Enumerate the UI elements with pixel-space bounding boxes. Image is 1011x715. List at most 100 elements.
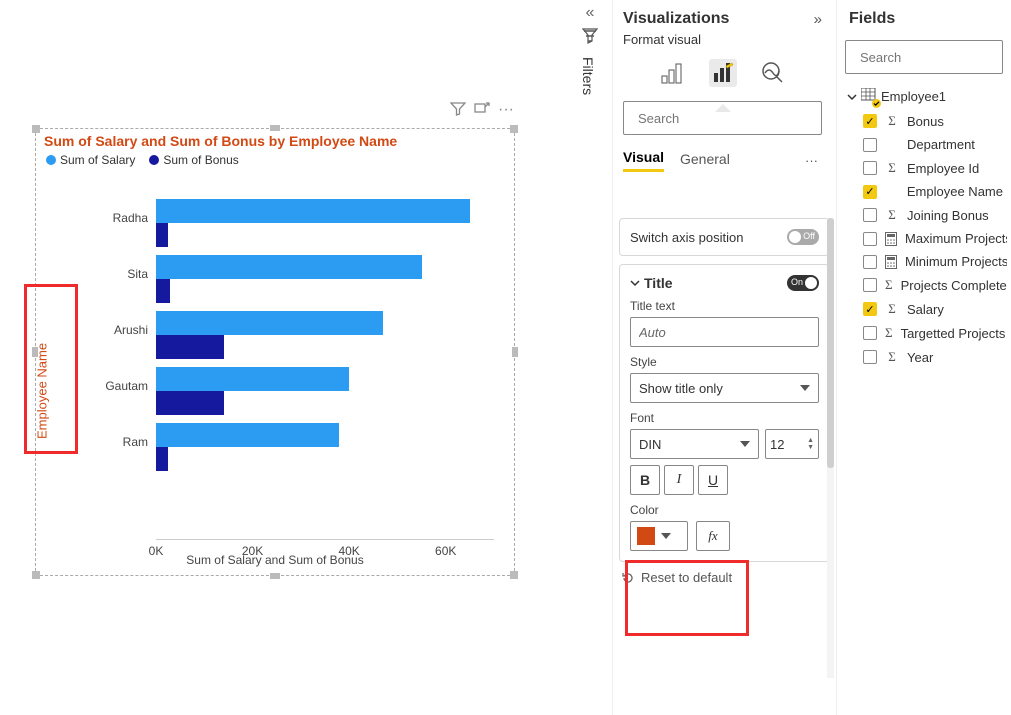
bar-bonus[interactable] [156,279,170,303]
title-section-label: Title [644,275,673,291]
bar-salary[interactable] [156,423,339,447]
field-item[interactable]: Minimum Projects [841,250,1007,273]
table-icon [861,88,877,105]
resize-handle[interactable] [510,571,518,579]
x-axis-title: Sum of Salary and Sum of Bonus [36,553,514,567]
fields-pane: Fields Employee1 ✓ΣBonusDepartmentΣEmplo… [836,0,1011,715]
sigma-icon: Σ [885,207,899,223]
field-item[interactable]: ✓ΣBonus [841,109,1007,133]
category-label: Arushi [114,323,148,337]
style-label: Style [630,355,819,369]
field-item[interactable]: ΣTargetted Projects [841,321,1007,345]
bar-salary[interactable] [156,199,470,223]
tab-general[interactable]: General [680,151,730,171]
format-visual-icon[interactable] [709,59,737,87]
field-label: Employee Name [907,184,1003,199]
format-search-input[interactable] [638,111,814,126]
font-family-select[interactable]: DIN [630,429,759,459]
filters-pane-collapsed[interactable]: « Filters [575,4,605,164]
more-options-icon[interactable]: ··· [498,101,514,122]
field-checkbox[interactable] [863,161,877,175]
field-item[interactable]: Σ Year [841,345,1007,369]
bar-bonus[interactable] [156,223,168,247]
expand-title-icon[interactable] [630,275,640,291]
collapse-pane-icon[interactable]: » [814,11,822,28]
field-checkbox[interactable]: ✓ [863,114,877,128]
fields-search[interactable] [845,40,1003,74]
field-item[interactable]: ΣProjects Completed [841,273,1007,297]
tab-more-icon[interactable]: ··· [805,153,818,168]
title-text-input[interactable] [630,317,819,347]
color-picker[interactable] [630,521,688,551]
format-scrollbar[interactable] [827,218,834,678]
bar-salary[interactable] [156,311,383,335]
sigma-icon: Σ [885,277,893,293]
font-name: DIN [639,437,661,452]
field-item[interactable]: ✓ Employee Name [841,180,1007,203]
field-label: Year [907,350,933,365]
field-item[interactable]: Department [841,133,1007,156]
bar-group: Gautam [156,367,494,423]
tab-visual[interactable]: Visual [623,149,664,172]
report-canvas[interactable]: ··· Sum of Salary and Sum of Bonus by Em… [0,0,560,715]
table-name: Employee1 [881,89,946,104]
resize-handle[interactable] [32,571,40,579]
field-checkbox[interactable] [863,278,877,292]
chart-title: Sum of Salary and Sum of Bonus by Employ… [36,129,514,151]
expand-filters-icon[interactable]: « [575,4,605,22]
analytics-icon[interactable] [759,59,787,87]
fields-search-input[interactable] [860,50,1011,65]
chart-visual[interactable]: ··· Sum of Salary and Sum of Bonus by Em… [35,128,515,576]
chart-legend: Sum of Salary Sum of Bonus [36,151,514,173]
underline-button[interactable]: U [698,465,728,495]
spinner-down-icon[interactable]: ▼ [807,444,814,451]
switch-axis-card: Switch axis position Off [619,218,830,256]
bar-bonus[interactable] [156,447,168,471]
field-label: Maximum Projects [905,231,1007,246]
bar-bonus[interactable] [156,335,224,359]
filters-label: Filters [580,57,596,95]
title-toggle[interactable]: On [787,275,819,291]
color-swatch [637,527,655,545]
field-checkbox[interactable] [863,138,877,152]
chevron-down-icon [847,92,857,102]
font-size-spinner[interactable]: 12 ▲▼ [765,429,819,459]
title-text-label: Title text [630,299,819,313]
focus-mode-icon[interactable] [474,101,490,122]
resize-handle[interactable] [512,347,518,357]
color-label: Color [630,503,819,517]
spinner-up-icon[interactable]: ▲ [807,437,814,444]
field-checkbox[interactable]: ✓ [863,302,877,316]
sigma-icon: Σ [885,349,899,365]
bar-salary[interactable] [156,367,349,391]
field-label: Bonus [907,114,944,129]
chevron-down-icon [800,385,810,391]
field-item[interactable]: ✓ΣSalary [841,297,1007,321]
bar-salary[interactable] [156,255,422,279]
resize-handle[interactable] [32,125,40,133]
bar-bonus[interactable] [156,391,224,415]
resize-handle[interactable] [510,125,518,133]
table-node[interactable]: Employee1 [841,84,1007,109]
field-item[interactable]: ΣJoining Bonus [841,203,1007,227]
field-checkbox[interactable] [863,326,877,340]
resize-handle[interactable] [270,573,280,579]
field-item[interactable]: ΣEmployee Id [841,156,1007,180]
bold-button[interactable]: B [630,465,660,495]
field-checkbox[interactable] [863,350,877,364]
field-item[interactable]: Maximum Projects [841,227,1007,250]
switch-axis-toggle[interactable]: Off [787,229,819,245]
italic-button[interactable]: I [664,465,694,495]
fields-header: Fields [837,6,1011,36]
legend-label: Sum of Salary [60,153,135,167]
fx-button[interactable]: fx [696,521,730,551]
font-label: Font [630,411,819,425]
build-visual-icon[interactable] [659,59,687,87]
style-select[interactable]: Show title only [630,373,819,403]
field-checkbox[interactable] [863,208,877,222]
field-checkbox[interactable]: ✓ [863,185,877,199]
filter-icon[interactable] [450,101,466,122]
field-checkbox[interactable] [863,255,877,269]
resize-handle[interactable] [270,125,280,131]
field-checkbox[interactable] [863,232,877,246]
